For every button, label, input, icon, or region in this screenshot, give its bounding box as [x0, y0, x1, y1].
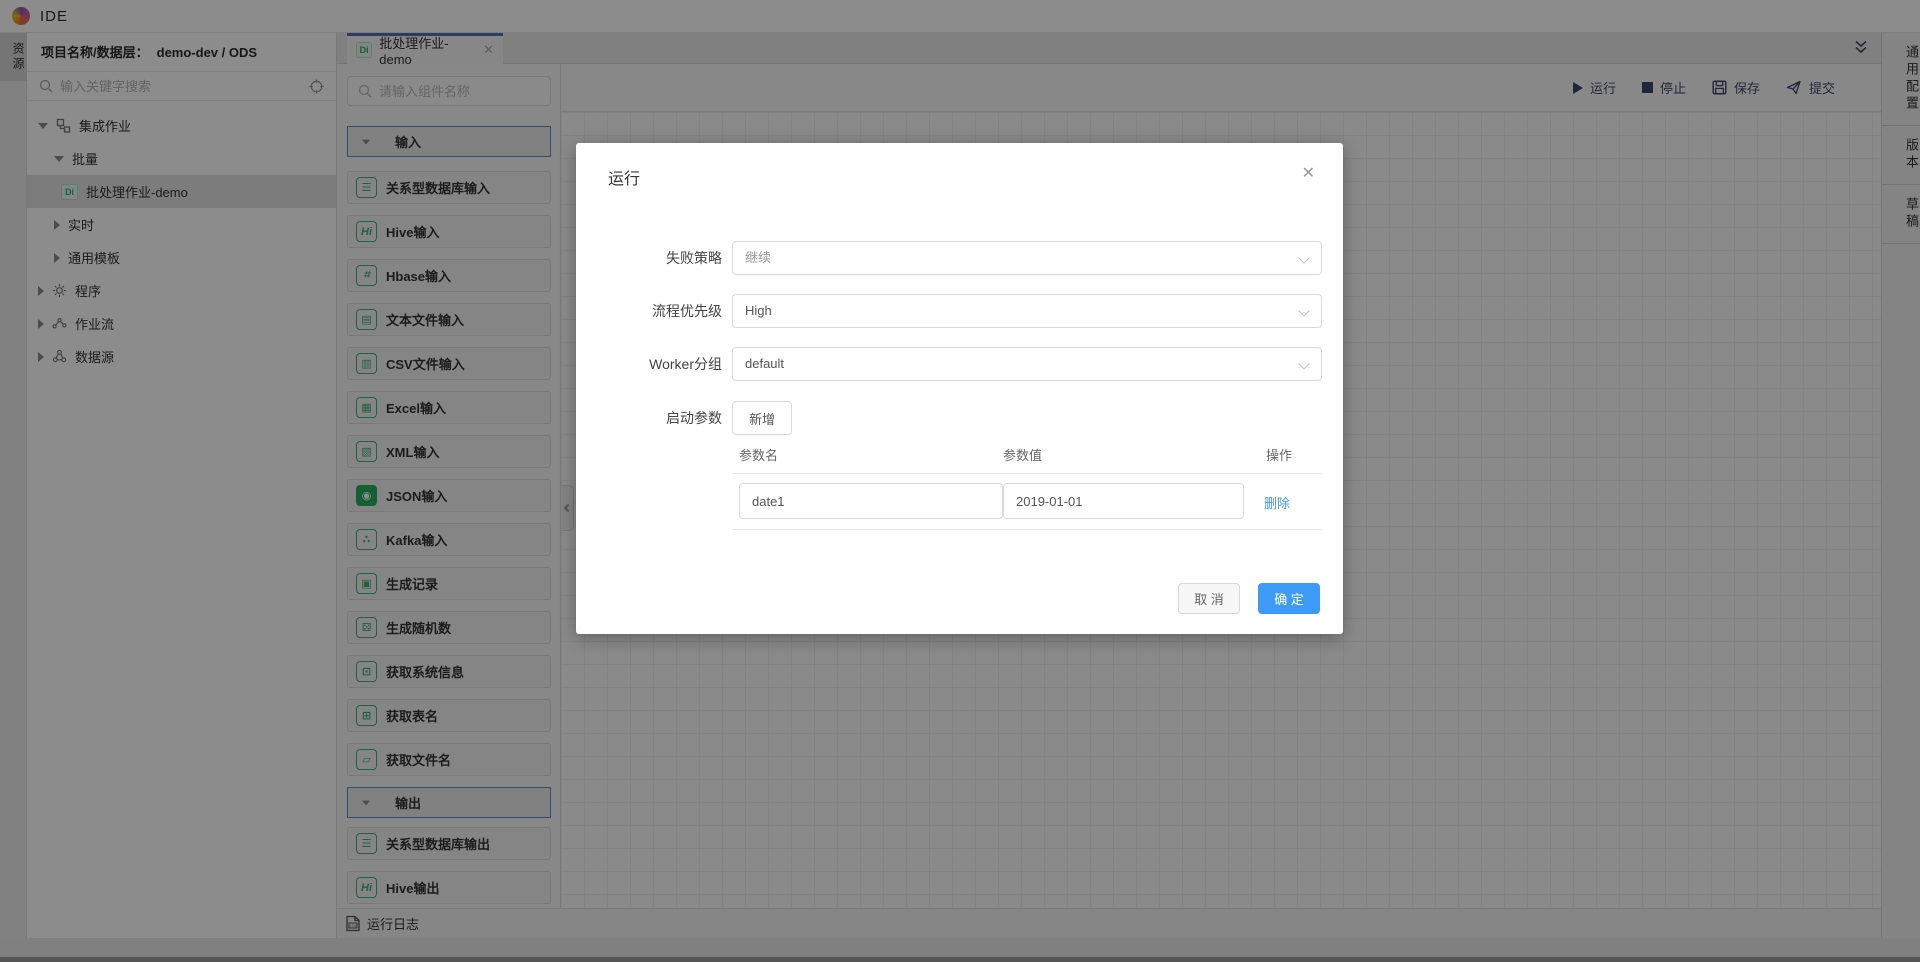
worker-group-value: default [745, 356, 784, 371]
column-header-actions: 操作 [1266, 445, 1292, 464]
table-divider [732, 473, 1322, 474]
param-name-input[interactable] [739, 483, 1003, 519]
chevron-down-icon [1298, 252, 1309, 263]
column-header-param-value: 参数值 [1003, 445, 1042, 464]
worker-group-select[interactable]: default [732, 347, 1322, 381]
failure-strategy-value: 继续 [745, 250, 771, 265]
field-label-worker-group: Worker分组 [576, 347, 722, 381]
priority-select[interactable]: High [732, 294, 1322, 328]
cancel-button[interactable]: 取 消 [1178, 583, 1240, 614]
priority-value: High [745, 303, 772, 318]
delete-param-link[interactable]: 删除 [1264, 493, 1290, 512]
param-value-input[interactable] [1003, 483, 1244, 519]
add-param-button[interactable]: 新增 [732, 401, 792, 435]
field-label-priority: 流程优先级 [576, 294, 722, 328]
failure-strategy-select[interactable]: 继续 [732, 241, 1322, 275]
run-dialog: 运行 ✕ 失败策略 继续 流程优先级 High Worker分组 default… [576, 143, 1343, 634]
ok-button[interactable]: 确 定 [1258, 583, 1320, 614]
close-icon[interactable]: ✕ [1302, 163, 1315, 183]
table-divider [732, 529, 1322, 530]
ide-screen: IDE 资源 项目名称/数据层：demo-dev / ODS 集成作业 批量 [0, 0, 1920, 962]
chevron-down-icon [1298, 305, 1309, 316]
field-label-failure-strategy: 失败策略 [576, 241, 722, 275]
field-label-startup-params: 启动参数 [576, 401, 722, 435]
column-header-param-name: 参数名 [739, 445, 778, 464]
chevron-down-icon [1298, 358, 1309, 369]
dialog-title: 运行 [608, 165, 640, 189]
